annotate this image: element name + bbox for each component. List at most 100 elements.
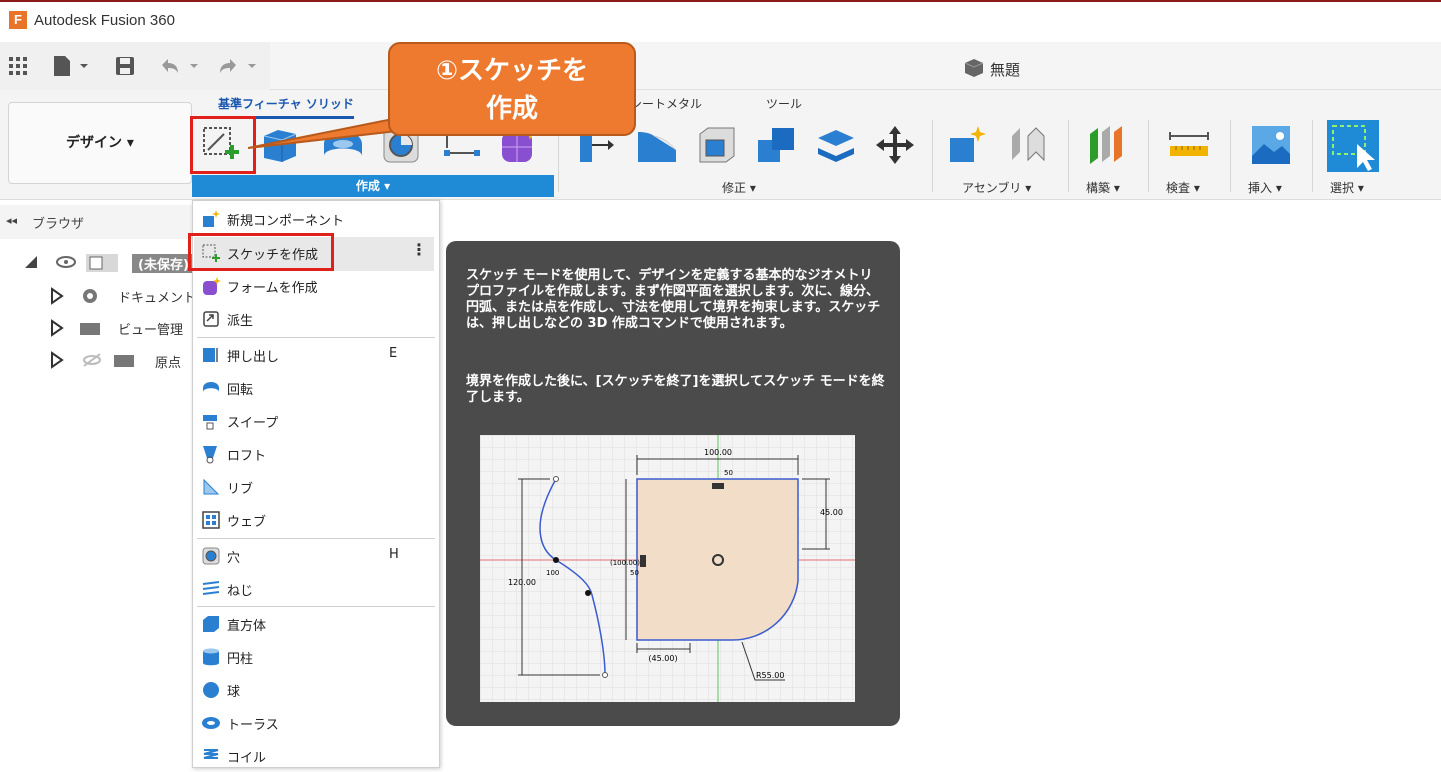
box-icon <box>203 616 219 632</box>
create-dropdown-menu: 新規コンポーネント スケッチを作成 フォームを作成 派生 押し出し E 回転 ス… <box>192 200 440 768</box>
ribbon-separator <box>1230 120 1231 192</box>
menu-item-derive[interactable]: 派生 <box>193 303 439 335</box>
browser-header: ◂◂ ブラウザ <box>0 205 192 239</box>
menu-separator <box>197 606 435 607</box>
sweep-icon <box>203 415 217 430</box>
web-icon <box>202 511 220 529</box>
dim-bottom: (45.00) <box>648 654 677 663</box>
hole-icon <box>202 547 220 565</box>
modify-group-label[interactable]: 修正 ▾ <box>722 179 756 196</box>
ribbon-separator <box>1312 120 1313 192</box>
menu-item-revolve[interactable]: 回転 <box>193 372 439 404</box>
dim-left-inner: (100.00) <box>610 559 640 567</box>
menu-item-new-component[interactable]: 新規コンポーネント <box>193 203 439 235</box>
sketch-drawing: 100.00 50 45.00 (100.00) 50 100 120.00 (… <box>480 435 855 702</box>
dim-small-top: 50 <box>724 469 733 477</box>
undo-icon[interactable] <box>158 55 204 77</box>
callout-line-2: 作成 <box>485 94 538 124</box>
menu-item-coil[interactable]: コイル <box>193 740 439 772</box>
loft-icon <box>203 446 217 464</box>
combine-icon[interactable] <box>754 122 800 168</box>
browser-root-label[interactable]: (未保存) <box>132 254 195 273</box>
browser-node-origin[interactable]: 原点 <box>155 352 181 371</box>
tab-tools[interactable]: ツール <box>766 95 802 112</box>
browser-node-2-icons <box>51 319 100 337</box>
thread-icon <box>202 581 220 595</box>
dim-right: 45.00 <box>820 508 843 517</box>
assembly-group-label[interactable]: アセンブリ ▾ <box>962 179 1031 196</box>
dim-radius: R55.00 <box>756 671 784 680</box>
app-logo: F <box>9 11 27 29</box>
offset-plane-icon[interactable] <box>1084 122 1130 168</box>
construct-group-label[interactable]: 構築 ▾ <box>1086 179 1120 196</box>
sketch-button-highlight <box>190 116 256 174</box>
extrude-icon <box>203 348 218 362</box>
ribbon-separator <box>932 120 933 192</box>
insert-image-icon[interactable] <box>1248 122 1294 168</box>
menu-item-box[interactable]: 直方体 <box>193 608 439 640</box>
dim-left: 120.00 <box>508 578 536 587</box>
browser-title: ブラウザ <box>32 217 85 232</box>
inspect-group-label[interactable]: 検査 ▾ <box>1166 179 1200 196</box>
menu-item-extrude[interactable]: 押し出し E <box>193 339 439 371</box>
callout-annotation: ①スケッチを 作成 <box>388 42 636 136</box>
sphere-icon <box>203 682 219 698</box>
menu-item-create-form[interactable]: フォームを作成 <box>193 270 439 302</box>
torus-icon <box>202 717 220 729</box>
select-icon[interactable] <box>1327 120 1379 172</box>
menu-item-options-icon[interactable]: ⋮ <box>411 240 427 259</box>
joint-icon[interactable] <box>1004 122 1050 168</box>
ribbon-separator <box>1068 120 1069 192</box>
document-cube-icon <box>964 59 984 77</box>
new-component-icon <box>203 210 220 227</box>
move-icon[interactable] <box>872 122 918 168</box>
create-sketch-menu-highlight <box>188 233 334 271</box>
select-group-label[interactable]: 選択 ▾ <box>1330 179 1364 196</box>
shell-icon[interactable] <box>694 122 740 168</box>
ribbon-separator <box>1148 120 1149 192</box>
menu-item-torus[interactable]: トーラス <box>193 707 439 739</box>
tooltip-sketch-illustration: 100.00 50 45.00 (100.00) 50 100 120.00 (… <box>480 435 855 702</box>
save-icon[interactable] <box>114 55 136 77</box>
callout-pointer <box>248 118 408 149</box>
callout-line-1: ①スケッチを <box>435 56 588 86</box>
menu-item-web[interactable]: ウェブ <box>193 504 439 536</box>
shortcut-key: E <box>389 346 398 361</box>
create-form-icon <box>203 277 221 295</box>
new-component-icon[interactable] <box>946 122 992 168</box>
menu-item-rib[interactable]: リブ <box>193 471 439 503</box>
dim-top: 100.00 <box>704 448 732 457</box>
document-title[interactable]: 無題 <box>990 59 1020 80</box>
redo-icon[interactable] <box>216 55 262 77</box>
menu-item-cylinder[interactable]: 円柱 <box>193 641 439 673</box>
tab-sheet-metal[interactable]: シートメタル <box>630 95 702 112</box>
menu-item-thread[interactable]: ねじ <box>193 573 439 605</box>
create-group-dropdown[interactable]: 作成 ▾ <box>192 175 554 197</box>
menu-item-sweep[interactable]: スイープ <box>193 405 439 437</box>
menu-item-hole[interactable]: 穴 H <box>193 540 439 572</box>
coil-icon <box>203 749 219 759</box>
app-grid-icon[interactable] <box>8 56 28 76</box>
app-title: Autodesk Fusion 360 <box>34 12 175 29</box>
browser-node-1-icons <box>51 287 97 305</box>
file-menu-icon[interactable] <box>52 55 92 77</box>
shortcut-key: H <box>389 547 399 562</box>
workspace-switcher[interactable]: デザイン ▾ <box>8 102 192 184</box>
menu-item-loft[interactable]: ロフト <box>193 438 439 470</box>
title-bar <box>0 0 1441 42</box>
rib-icon <box>203 478 220 495</box>
tooltip-description: スケッチ モードを使用して、デザインを定義する基本的なジオメトリ プロファイルを… <box>466 268 881 331</box>
browser-collapse-icon[interactable]: ◂◂ <box>6 214 17 227</box>
offset-face-icon[interactable] <box>814 122 860 168</box>
browser-root-icons <box>25 254 118 272</box>
tooltip-note: 境界を作成した後に、[スケッチを終了]を選択してスケッチ モードを終了します。 <box>466 374 885 405</box>
measure-icon[interactable] <box>1166 122 1212 168</box>
browser-node-named-views[interactable]: ビュー管理 <box>118 319 183 338</box>
revolve-icon <box>203 382 219 392</box>
insert-group-label[interactable]: 挿入 ▾ <box>1248 179 1282 196</box>
cylinder-icon <box>203 648 219 666</box>
menu-item-sphere[interactable]: 球 <box>193 674 439 706</box>
dim-left-inner-2: 50 <box>630 569 639 577</box>
dim-curve: 100 <box>546 569 559 577</box>
fillet-icon[interactable] <box>634 122 680 168</box>
